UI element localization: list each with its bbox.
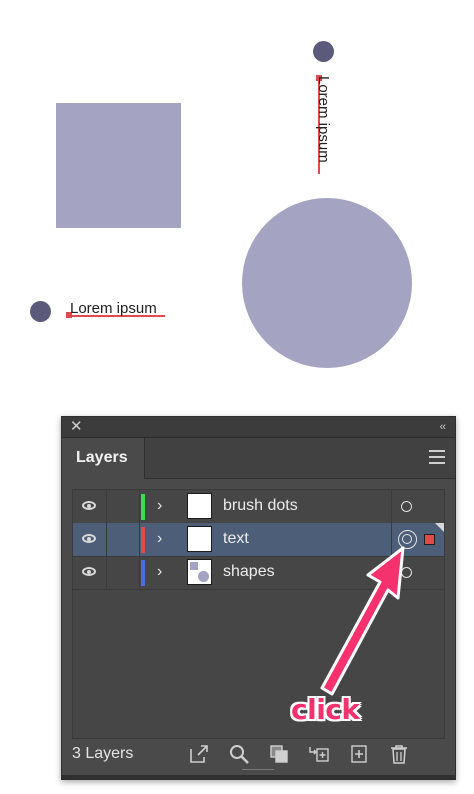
new-layer-icon[interactable] xyxy=(348,743,370,765)
target-circle-icon[interactable] xyxy=(401,567,412,578)
eye-icon xyxy=(82,567,96,576)
circle-shape[interactable] xyxy=(242,198,412,368)
rectangle-shape[interactable] xyxy=(56,103,181,228)
chevron-right-icon[interactable]: › xyxy=(157,562,162,582)
layers-list: › brush dots › text › shapes xyxy=(72,489,445,739)
layer-thumbnail xyxy=(187,526,212,552)
eye-icon xyxy=(82,501,96,510)
tab-layers-label: Layers xyxy=(76,449,128,466)
layer-color-bar xyxy=(141,527,145,553)
brush-dot-top[interactable] xyxy=(313,41,334,62)
panel-footer: 3 Layers xyxy=(62,741,455,767)
visibility-toggle[interactable] xyxy=(73,556,107,589)
collapse-icon[interactable]: ‹‹ xyxy=(440,418,446,436)
chevron-right-icon[interactable]: › xyxy=(157,496,162,516)
export-icon[interactable] xyxy=(188,743,210,765)
panel-titlebar[interactable]: ✕ ‹‹ xyxy=(62,417,455,438)
horizontal-text[interactable]: Lorem ipsum xyxy=(70,300,157,318)
target-separator xyxy=(391,523,392,556)
vertical-text-group[interactable]: Lorem ipsum xyxy=(312,75,332,176)
layer-name[interactable]: text xyxy=(223,530,249,548)
target-separator xyxy=(391,556,392,589)
trash-icon[interactable] xyxy=(388,743,410,765)
panel-tabstrip: Layers xyxy=(62,438,455,479)
layer-row-brush-dots[interactable]: › brush dots xyxy=(73,490,444,524)
target-selected-icon[interactable] xyxy=(398,530,417,549)
vertical-text[interactable]: Lorem ipsum xyxy=(314,76,332,163)
visibility-toggle[interactable] xyxy=(73,490,107,523)
selection-indicator-square[interactable] xyxy=(424,534,435,545)
layer-thumbnail xyxy=(187,493,212,519)
lock-toggle[interactable] xyxy=(106,556,140,589)
layer-color-bar xyxy=(141,560,145,586)
visibility-toggle[interactable] xyxy=(73,523,107,556)
target-separator xyxy=(391,490,392,523)
target-circle-icon[interactable] xyxy=(401,501,412,512)
new-sublayer-icon[interactable] xyxy=(308,743,330,765)
panel-bottom-edge xyxy=(62,775,455,779)
layers-panel: ✕ ‹‹ Layers › brush dots › text › shapes… xyxy=(61,416,456,780)
current-layer-triangle-icon xyxy=(435,523,444,532)
chevron-right-icon[interactable]: › xyxy=(157,529,162,549)
panel-menu-icon[interactable] xyxy=(429,450,445,464)
layer-row-shapes[interactable]: › shapes xyxy=(73,556,444,590)
lock-toggle[interactable] xyxy=(106,523,140,556)
click-annotation-label: click xyxy=(291,693,360,726)
layer-count: 3 Layers xyxy=(72,745,134,762)
clipping-mask-icon[interactable] xyxy=(268,743,290,765)
eye-icon xyxy=(82,534,96,543)
layer-color-bar xyxy=(141,494,145,520)
layer-name[interactable]: shapes xyxy=(223,563,275,581)
brush-dot-left[interactable] xyxy=(30,301,51,322)
layer-name[interactable]: brush dots xyxy=(223,497,298,515)
tab-layers[interactable]: Layers xyxy=(62,438,145,479)
close-icon[interactable]: ✕ xyxy=(70,418,83,436)
layer-thumbnail xyxy=(187,559,212,585)
lock-toggle[interactable] xyxy=(106,490,140,523)
layer-row-text[interactable]: › text xyxy=(73,523,444,557)
search-icon[interactable] xyxy=(228,743,250,765)
